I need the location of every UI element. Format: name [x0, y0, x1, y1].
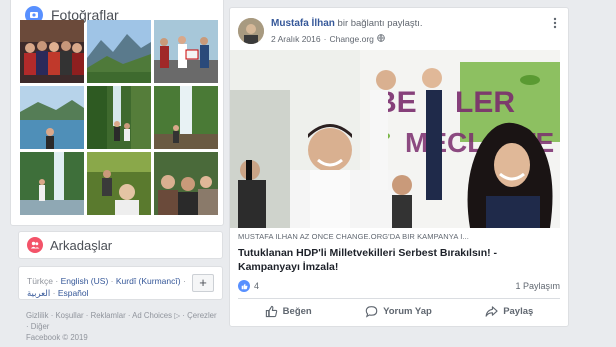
post-meta: 2 Aralık 2016 · Change.org [271, 34, 385, 44]
footer-link-cookies[interactable]: Çerezler [187, 311, 216, 320]
photo-thumbnail[interactable] [154, 86, 218, 149]
footer-copyright: Facebook © 2019 [26, 333, 88, 342]
more-options-icon[interactable] [548, 16, 562, 30]
comment-button[interactable]: Yorum Yap [365, 305, 432, 318]
footer-links: Gizlilik · Koşullar · Reklamlar · Ad Cho… [26, 310, 226, 343]
shares-count[interactable]: 1 Paylaşım [515, 281, 560, 291]
photo-thumbnail[interactable] [20, 86, 84, 149]
footer-link-more[interactable]: Diğer [31, 322, 50, 331]
svg-text:MECL: MECL [405, 127, 484, 158]
friends-icon [27, 237, 43, 253]
photo-thumbnail[interactable] [154, 20, 218, 83]
photos-card: Fotoğraflar [10, 0, 224, 226]
language-card: Türkçe · English (US) · Kurdî (Kurmancî)… [18, 266, 223, 300]
link-preview-image[interactable]: BE LER MECL ISTE [230, 50, 560, 228]
footer-link-adchoices[interactable]: Ad Choices [132, 311, 172, 320]
like-button[interactable]: Beğen [265, 305, 312, 318]
post-stats: 4 1 Paylaşım [238, 278, 560, 294]
like-label: Beğen [282, 306, 312, 317]
share-button[interactable]: Paylaş [485, 305, 533, 318]
footer-link-ads[interactable]: Reklamlar [91, 311, 126, 320]
avatar[interactable] [238, 18, 264, 44]
photo-thumbnail[interactable] [20, 20, 84, 83]
photo-thumbnail[interactable] [87, 86, 151, 149]
footer-link-privacy[interactable]: Gizlilik [26, 311, 49, 320]
comment-label: Yorum Yap [383, 306, 432, 317]
post-action-text: bir bağlantı paylaştı. [337, 18, 423, 29]
language-option-spanish[interactable]: Español [58, 288, 89, 298]
language-option-kurdish[interactable]: Kurdî (Kurmancî) [116, 276, 181, 286]
current-language: Türkçe [27, 276, 53, 286]
post-date[interactable]: 2 Aralık 2016 [271, 34, 321, 44]
language-option-english[interactable]: English (US) [61, 276, 109, 286]
footer-link-terms[interactable]: Koşullar [55, 311, 83, 320]
likes-count[interactable]: 4 [254, 281, 259, 291]
photo-thumbnail[interactable] [20, 152, 84, 215]
link-caption[interactable]: MUSTAFA ILHAN AZ ONCE CHANGE.ORG'DA BIR … [238, 232, 560, 274]
photo-thumbnail[interactable] [87, 152, 151, 215]
share-label: Paylaş [503, 306, 534, 317]
link-domain: MUSTAFA ILHAN AZ ONCE CHANGE.ORG'DA BIR … [238, 232, 469, 241]
add-language-button[interactable]: + [192, 274, 214, 292]
post-header: Mustafa İlhan bir bağlantı paylaştı. 2 A… [238, 16, 558, 52]
like-reaction-icon [238, 280, 250, 292]
share-icon [485, 306, 498, 317]
post-source[interactable]: Change.org [329, 34, 373, 44]
photo-grid [20, 20, 219, 215]
post-card: Mustafa İlhan bir bağlantı paylaştı. 2 A… [229, 7, 569, 327]
friends-title: Arkadaşlar [50, 237, 113, 253]
comment-icon [365, 306, 378, 318]
friends-card[interactable]: Arkadaşlar [18, 231, 223, 259]
likes-summary[interactable]: 4 [238, 280, 259, 292]
photo-thumbnail[interactable] [154, 152, 218, 215]
link-title[interactable]: Tutuklanan HDP'li Milletvekilleri Serbes… [238, 246, 560, 274]
svg-text:LER: LER [455, 86, 515, 119]
adchoices-icon: ▷ [174, 311, 181, 320]
globe-icon [377, 34, 385, 44]
photo-thumbnail[interactable] [87, 20, 151, 83]
thumbs-up-icon [265, 305, 277, 318]
language-option-arabic[interactable]: العربية [27, 288, 50, 298]
post-actions-bar: Beğen Yorum Yap Paylaş [238, 298, 560, 324]
author-line: Mustafa İlhan bir bağlantı paylaştı. [271, 18, 423, 29]
author-name[interactable]: Mustafa İlhan [271, 18, 335, 29]
